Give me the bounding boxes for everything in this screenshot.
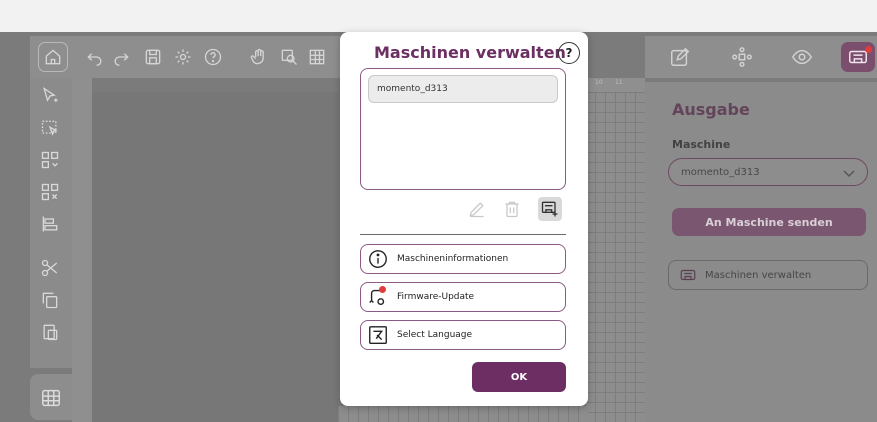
- settings-icon[interactable]: [168, 42, 198, 72]
- chevron-down-icon: [843, 170, 855, 178]
- ok-button[interactable]: OK: [472, 362, 566, 392]
- redo-icon[interactable]: [106, 42, 136, 72]
- machine-select[interactable]: momento_d313: [668, 158, 868, 186]
- firmware-update-icon: [367, 286, 389, 308]
- dialog-divider: [360, 234, 566, 236]
- firmware-alert-dot: [379, 286, 386, 293]
- title-bar: [0, 0, 877, 32]
- table-grid-icon: [42, 389, 60, 407]
- help-icon[interactable]: ?: [558, 42, 580, 64]
- home-icon[interactable]: [38, 42, 68, 72]
- zoom-area-icon[interactable]: [274, 42, 304, 72]
- align-icon[interactable]: [35, 210, 65, 238]
- preview-eye-icon[interactable]: [785, 42, 819, 72]
- machine-select-value: momento_d313: [681, 166, 760, 178]
- machine-output-icon[interactable]: [841, 42, 875, 72]
- paste-icon[interactable]: [35, 318, 65, 346]
- scissors-icon[interactable]: [35, 254, 65, 282]
- ungroup-icon[interactable]: [35, 178, 65, 206]
- delete-icon[interactable]: [500, 197, 524, 221]
- select-arrow-icon[interactable]: [35, 82, 65, 110]
- box-select-icon[interactable]: [35, 114, 65, 142]
- language-icon: [369, 326, 387, 344]
- right-panel-toolbar: [645, 36, 877, 78]
- info-icon: [369, 250, 387, 268]
- firmware-update-label: Firmware-Update: [397, 292, 475, 302]
- manage-machines-button[interactable]: Maschinen verwalten: [668, 260, 868, 290]
- firmware-update-button[interactable]: Firmware-Update: [360, 282, 566, 312]
- group-icon[interactable]: [35, 146, 65, 174]
- panel-title: Ausgabe: [672, 100, 750, 119]
- help-icon[interactable]: [198, 42, 228, 72]
- dialog-title: Maschinen verwalten: [374, 43, 566, 62]
- machine-list-item[interactable]: momento_d313: [368, 75, 558, 103]
- copy-icon[interactable]: [35, 286, 65, 314]
- add-machine-icon[interactable]: [538, 197, 562, 221]
- ruler-tick-label: 10: [595, 79, 603, 86]
- machine-info-label: Maschineninformationen: [397, 254, 509, 264]
- edit-icon[interactable]: [465, 197, 489, 221]
- grid-toggle-icon[interactable]: [306, 42, 328, 72]
- output-panel: [645, 82, 877, 422]
- ruler-tick-label: 11: [615, 79, 623, 86]
- horizontal-ruler: 10 11: [585, 78, 645, 92]
- edit-pencil-icon[interactable]: [663, 42, 697, 72]
- send-to-machine-button[interactable]: An Maschine senden: [672, 208, 866, 236]
- machine-list: momento_d313: [360, 68, 566, 190]
- design-canvas[interactable]: [92, 92, 338, 422]
- hand-pan-icon[interactable]: [244, 42, 274, 72]
- machine-info-button[interactable]: Maschineninformationen: [360, 244, 566, 274]
- save-icon[interactable]: [138, 42, 168, 72]
- cutting-mat-grid[interactable]: [585, 92, 645, 422]
- select-language-button[interactable]: Select Language: [360, 320, 566, 350]
- vertical-ruler: [72, 78, 92, 422]
- left-tool-sidebar: [30, 78, 72, 368]
- machine-manage-icon: [680, 269, 696, 281]
- select-language-label: Select Language: [397, 330, 473, 340]
- notification-dot: [865, 46, 872, 53]
- layers-nodes-icon[interactable]: [725, 42, 759, 72]
- manage-machines-label: Maschinen verwalten: [705, 269, 812, 281]
- main-toolbar: [30, 36, 340, 78]
- machine-label: Maschine: [672, 138, 731, 151]
- cutting-mat-grid-bottom: [338, 406, 588, 422]
- manage-machines-dialog: Maschinen verwalten ? momento_d313 Masch…: [340, 32, 588, 406]
